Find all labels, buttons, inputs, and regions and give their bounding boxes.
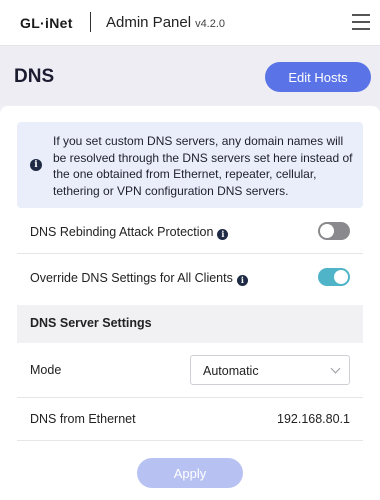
info-icon[interactable]: i <box>217 229 229 240</box>
app-title: Admin Panel v4.2.0 <box>106 14 225 31</box>
toggle-knob <box>334 270 348 284</box>
rebinding-protection-label-wrap: DNS Rebinding Attack Protection i <box>30 225 229 240</box>
divider <box>17 397 363 398</box>
page-title: DNS <box>14 66 55 87</box>
menu-line <box>352 28 370 30</box>
chevron-down-icon <box>330 363 341 374</box>
brand-logo: GL·iNet <box>20 15 73 31</box>
toggle-knob <box>320 224 334 238</box>
info-icon[interactable]: i <box>236 275 248 286</box>
hamburger-menu-icon[interactable] <box>352 14 370 30</box>
divider <box>17 440 363 441</box>
menu-line <box>352 21 370 23</box>
top-bar: GL·iNet Admin Panel v4.2.0 <box>0 0 380 46</box>
edit-hosts-button[interactable]: Edit Hosts <box>265 62 371 92</box>
menu-line <box>352 14 370 16</box>
app-version: v4.2.0 <box>195 18 226 30</box>
override-dns-label: Override DNS Settings for All Clients <box>30 271 233 285</box>
override-dns-label-wrap: Override DNS Settings for All Clients i <box>30 271 248 286</box>
apply-button[interactable]: Apply <box>137 458 243 488</box>
dns-ethernet-value: 192.168.80.1 <box>277 412 350 426</box>
section-title: DNS Server Settings <box>30 316 152 330</box>
rebinding-protection-toggle[interactable] <box>318 222 350 240</box>
override-dns-toggle[interactable] <box>318 268 350 286</box>
mode-select[interactable]: Automatic <box>190 355 350 385</box>
app-title-text: Admin Panel <box>106 14 192 31</box>
dns-server-settings-header: DNS Server Settings <box>17 305 363 343</box>
rebinding-protection-label: DNS Rebinding Attack Protection <box>30 225 214 239</box>
info-notice: i If you set custom DNS servers, any dom… <box>17 122 363 208</box>
divider <box>17 253 363 254</box>
page-header: DNS Edit Hosts <box>0 47 380 105</box>
header-divider <box>90 12 91 32</box>
mode-label: Mode <box>30 363 62 377</box>
dns-settings-card: i If you set custom DNS servers, any dom… <box>0 106 380 500</box>
info-icon: i <box>30 159 42 171</box>
dns-ethernet-label: DNS from Ethernet <box>30 412 136 426</box>
mode-select-value: Automatic <box>203 364 259 378</box>
info-notice-text: If you set custom DNS servers, any domai… <box>53 134 353 198</box>
